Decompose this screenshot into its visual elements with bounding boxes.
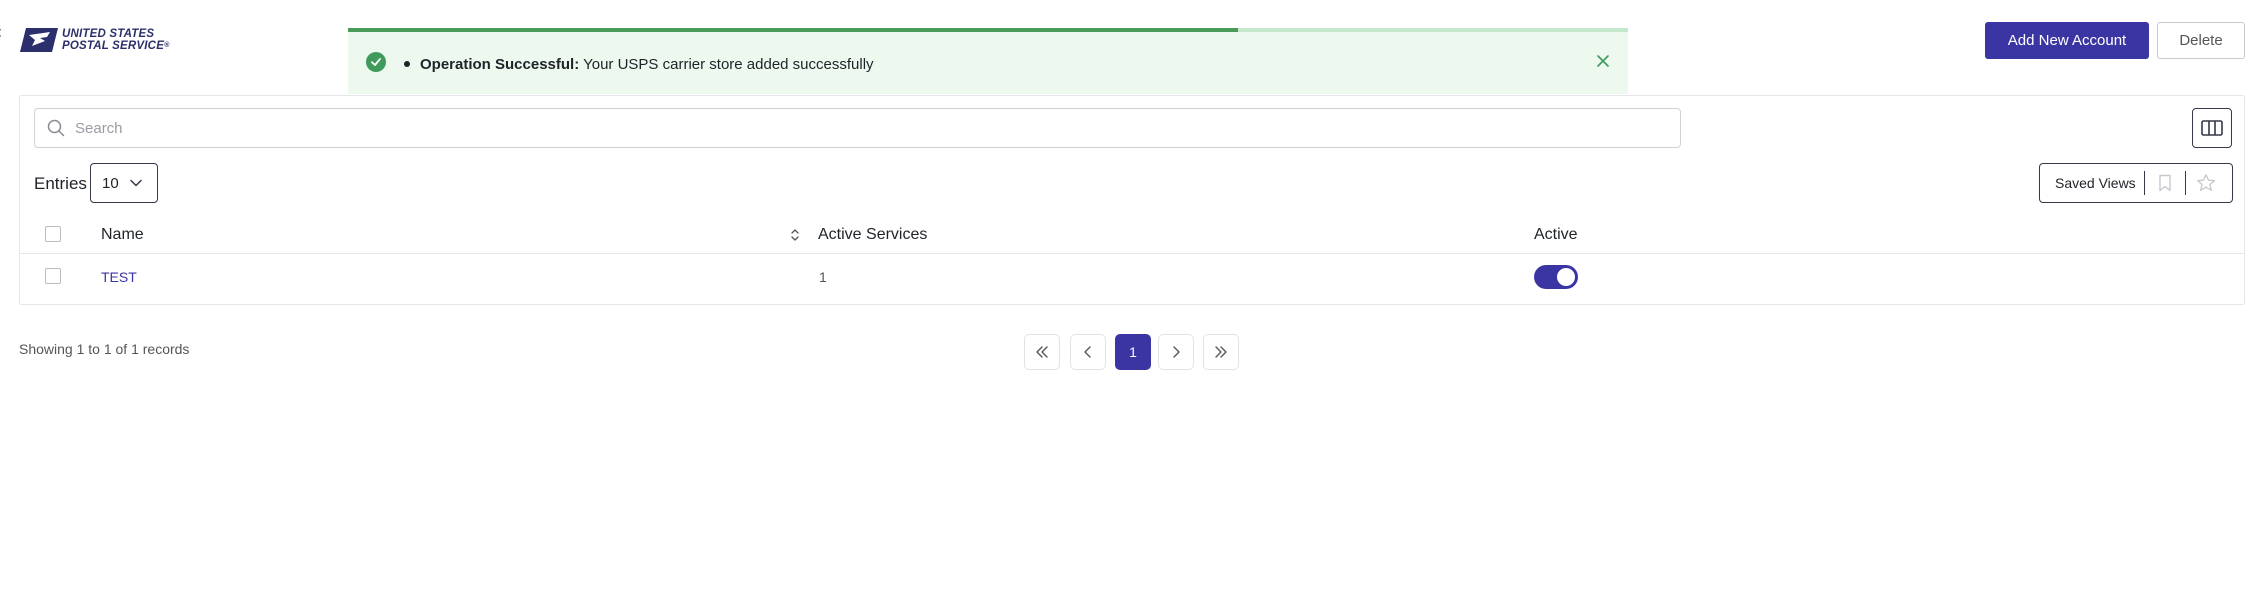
column-header-name[interactable]: Name <box>101 226 144 244</box>
row-checkbox[interactable] <box>45 268 61 284</box>
account-name-link[interactable]: TEST <box>101 269 137 285</box>
column-header-active: Active <box>1534 226 1578 243</box>
toast-title: Operation Successful: <box>420 56 580 73</box>
search-box[interactable] <box>34 108 1681 148</box>
toast-progress-track <box>348 28 1628 32</box>
active-services-count: 1 <box>819 269 827 285</box>
last-page-button[interactable] <box>1203 334 1239 370</box>
records-summary: Showing 1 to 1 of 1 records <box>19 341 190 357</box>
sort-icon[interactable] <box>790 228 800 242</box>
eagle-icon <box>20 28 58 52</box>
accounts-card: Entries 10 Saved Views Name Active Servi… <box>19 95 2245 305</box>
logo-line-1: UNITED STATES <box>62 28 155 40</box>
select-all-checkbox[interactable] <box>45 226 61 242</box>
saved-views-control[interactable]: Saved Views <box>2039 163 2233 203</box>
star-icon[interactable] <box>2186 164 2226 202</box>
toast-message: Operation Successful: Your USPS carrier … <box>420 56 874 73</box>
columns-icon <box>2201 120 2223 136</box>
next-page-icon <box>1173 346 1180 358</box>
toggle-knob <box>1557 268 1575 286</box>
add-new-account-button[interactable]: Add New Account <box>1985 22 2149 59</box>
first-page-icon <box>1036 346 1048 358</box>
toast-text: Your USPS carrier store added successful… <box>579 56 874 73</box>
columns-button[interactable] <box>2192 108 2232 148</box>
saved-views-label: Saved Views <box>2055 175 2136 191</box>
bookmark-icon[interactable] <box>2145 164 2185 202</box>
close-icon[interactable] <box>1592 50 1614 72</box>
chevron-down-icon <box>130 179 142 187</box>
active-toggle[interactable] <box>1534 265 1578 289</box>
entries-value: 10 <box>102 174 119 192</box>
column-header-active-services: Active Services <box>818 226 928 243</box>
toast-progress-fill <box>348 28 1238 32</box>
logo-line-2: POSTAL SERVICE <box>62 40 165 52</box>
prev-page-icon <box>1084 346 1091 358</box>
next-page-button[interactable] <box>1158 334 1194 370</box>
entries-label: Entries <box>34 174 87 193</box>
search-icon <box>47 119 65 137</box>
logo-registered-mark: ® <box>164 42 170 49</box>
success-toast: Operation Successful: Your USPS carrier … <box>348 28 1628 94</box>
usps-logo: UNITED STATES POSTAL SERVICE® <box>20 24 170 56</box>
page-button-current[interactable]: 1 <box>1115 334 1151 370</box>
entries-select[interactable]: 10 <box>90 163 158 203</box>
collapse-chevron-icon[interactable]: ‹ <box>0 22 6 42</box>
delete-button[interactable]: Delete <box>2157 22 2245 59</box>
last-page-icon <box>1215 346 1227 358</box>
check-circle-icon <box>366 52 386 72</box>
first-page-button[interactable] <box>1024 334 1060 370</box>
toast-bullet <box>404 61 410 67</box>
prev-page-button[interactable] <box>1070 334 1106 370</box>
table-header: Name Active Services Active <box>20 216 2244 254</box>
table-row: TEST 1 <box>20 254 2244 300</box>
search-input[interactable] <box>75 119 1655 137</box>
